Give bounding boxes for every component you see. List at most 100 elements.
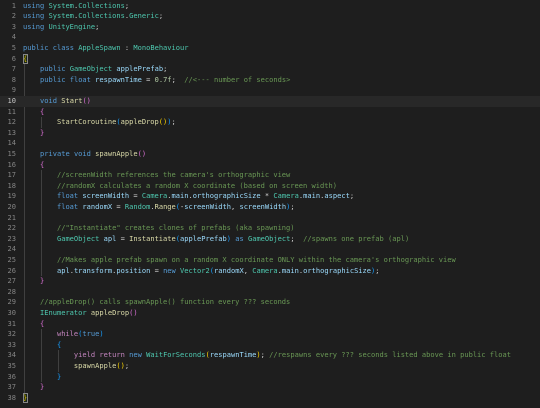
code-line[interactable]: 10 void Start() (0, 96, 540, 107)
code-line[interactable]: 21 (0, 213, 540, 224)
line-number[interactable]: 17 (0, 170, 17, 181)
line-number[interactable]: 11 (0, 107, 17, 118)
code-editor[interactable]: 1 using System.Collections; 2 using System.… (0, 0, 540, 408)
code-line[interactable]: 26 apl.transform.position = new Vector2(… (0, 266, 540, 277)
code-line[interactable]: 2 using System.Collections.Generic; (0, 11, 540, 22)
code-line[interactable]: 25 //Makes apple prefab spawn on a rando… (0, 255, 540, 266)
code-line[interactable]: 18 //randomX calculates a random X coord… (0, 181, 540, 192)
code-line[interactable]: 7 public GameObject applePrefab; (0, 64, 540, 75)
line-code[interactable]: private void spawnApple() (23, 149, 146, 160)
line-code[interactable]: //"Instantiate" creates clones of prefab… (23, 223, 295, 234)
line-number[interactable]: 2 (0, 11, 16, 22)
line-number[interactable]: 22 (0, 223, 17, 234)
line-number[interactable]: 18 (0, 181, 17, 192)
code-line[interactable]: 22 //"Instantiate" creates clones of pre… (0, 223, 540, 234)
code-line[interactable]: 36 } (0, 372, 540, 383)
line-code[interactable]: using System.Collections.Generic; (23, 11, 163, 22)
line-number[interactable]: 26 (0, 266, 17, 277)
code-line[interactable]: 17 //screenWidth references the camera's… (0, 170, 540, 181)
code-line[interactable]: 23 GameObject apl = Instantiate(applePre… (0, 234, 540, 245)
code-line[interactable]: 5 public class AppleSpawn : MonoBehaviour (0, 43, 540, 54)
line-number[interactable]: 14 (0, 138, 17, 149)
line-code[interactable]: { (23, 319, 44, 330)
line-number[interactable]: 35 (0, 361, 17, 372)
line-code[interactable]: //appleDrop() calls spawnApple() functio… (23, 297, 290, 308)
line-code[interactable]: { (23, 107, 44, 118)
line-number[interactable]: 30 (0, 308, 17, 319)
line-number[interactable]: 32 (0, 329, 17, 340)
code-line[interactable]: 11 { (0, 107, 540, 118)
line-number[interactable]: 16 (0, 160, 17, 171)
line-number[interactable]: 13 (0, 128, 17, 139)
line-code[interactable]: yield return new WaitForSeconds(respawnT… (23, 350, 511, 361)
code-line[interactable]: 32 while(true) (0, 329, 540, 340)
line-number[interactable]: 31 (0, 319, 17, 330)
code-line[interactable]: 13 } (0, 128, 540, 139)
line-number[interactable]: 25 (0, 255, 17, 266)
code-line[interactable]: 27 } (0, 276, 540, 287)
line-number[interactable]: 8 (0, 75, 16, 86)
code-line[interactable]: 35 spawnApple(); (0, 361, 540, 372)
code-line[interactable]: 33 { (0, 340, 540, 351)
line-number[interactable]: 5 (0, 43, 16, 54)
line-number[interactable]: 19 (0, 191, 17, 202)
line-code[interactable]: apl.transform.position = new Vector2(ran… (23, 266, 380, 277)
line-number[interactable]: 3 (0, 22, 16, 33)
code-line[interactable]: 29 //appleDrop() calls spawnApple() func… (0, 297, 540, 308)
line-number[interactable]: 38 (0, 393, 17, 404)
line-number[interactable]: 12 (0, 117, 17, 128)
code-line[interactable]: 30 IEnumerator appleDrop() (0, 308, 540, 319)
line-number[interactable]: 20 (0, 202, 17, 213)
line-code[interactable]: } (23, 372, 61, 383)
line-code[interactable]: using UnityEngine; (23, 22, 99, 33)
line-code[interactable]: //Makes apple prefab spawn on a random X… (23, 255, 456, 266)
line-number[interactable]: 37 (0, 382, 17, 393)
line-code[interactable]: StartCoroutine(appleDrop()); (23, 117, 176, 128)
line-code[interactable]: public float respawnTime = 0.7f; //<--- … (23, 75, 290, 86)
line-number[interactable]: 23 (0, 234, 17, 245)
line-number[interactable]: 34 (0, 350, 17, 361)
code-line[interactable]: 3 using UnityEngine; (0, 22, 540, 33)
code-line[interactable]: 16 { (0, 160, 540, 171)
line-code[interactable]: while(true) (23, 329, 104, 340)
code-line[interactable]: 6{ (0, 54, 540, 65)
line-number[interactable]: 7 (0, 64, 16, 75)
code-line[interactable]: 8 public float respawnTime = 0.7f; //<--… (0, 75, 540, 86)
line-code[interactable]: using System.Collections; (23, 1, 129, 12)
code-line[interactable]: 9 (0, 85, 540, 96)
line-number[interactable]: 27 (0, 276, 17, 287)
code-line[interactable]: 20 float randomX = Random.Range(-screenW… (0, 202, 540, 213)
line-number[interactable]: 28 (0, 287, 17, 298)
line-number[interactable]: 15 (0, 149, 17, 160)
line-code[interactable]: float screenWidth = Camera.main.orthogra… (23, 191, 354, 202)
line-code[interactable]: public GameObject applePrefab; (23, 64, 167, 75)
line-code[interactable]: } (23, 276, 44, 287)
code-line[interactable]: 37 } (0, 382, 540, 393)
line-number[interactable]: 4 (0, 32, 16, 43)
line-code[interactable]: //randomX calculates a random X coordina… (23, 181, 337, 192)
line-code[interactable]: //screenWidth references the camera's or… (23, 170, 290, 181)
code-line[interactable]: 28 (0, 287, 540, 298)
line-number[interactable]: 1 (0, 1, 16, 12)
line-number[interactable]: 36 (0, 372, 17, 383)
code-line[interactable]: 24 (0, 244, 540, 255)
line-code[interactable]: void Start() (23, 96, 91, 107)
line-code[interactable]: GameObject apl = Instantiate(applePrefab… (23, 234, 409, 245)
line-number[interactable]: 24 (0, 244, 17, 255)
code-line[interactable]: 19 float screenWidth = Camera.main.ortho… (0, 191, 540, 202)
line-code[interactable]: float randomX = Random.Range(-screenWidt… (23, 202, 295, 213)
code-line[interactable]: 31 { (0, 319, 540, 330)
line-code[interactable]: { (23, 340, 61, 351)
line-code[interactable]: spawnApple(); (23, 361, 129, 372)
line-number[interactable]: 33 (0, 340, 17, 351)
code-line[interactable]: 1 using System.Collections; (0, 1, 540, 12)
line-number[interactable]: 10 (0, 96, 17, 107)
code-line[interactable]: 4 (0, 32, 540, 43)
line-code[interactable]: } (23, 128, 44, 139)
line-number[interactable]: 9 (0, 85, 16, 96)
line-code[interactable]: public class AppleSpawn : MonoBehaviour (23, 43, 189, 54)
code-line[interactable]: 38} (0, 393, 540, 404)
code-line[interactable]: 14 (0, 138, 540, 149)
line-code[interactable]: IEnumerator appleDrop() (23, 308, 138, 319)
line-code[interactable]: } (23, 382, 44, 393)
